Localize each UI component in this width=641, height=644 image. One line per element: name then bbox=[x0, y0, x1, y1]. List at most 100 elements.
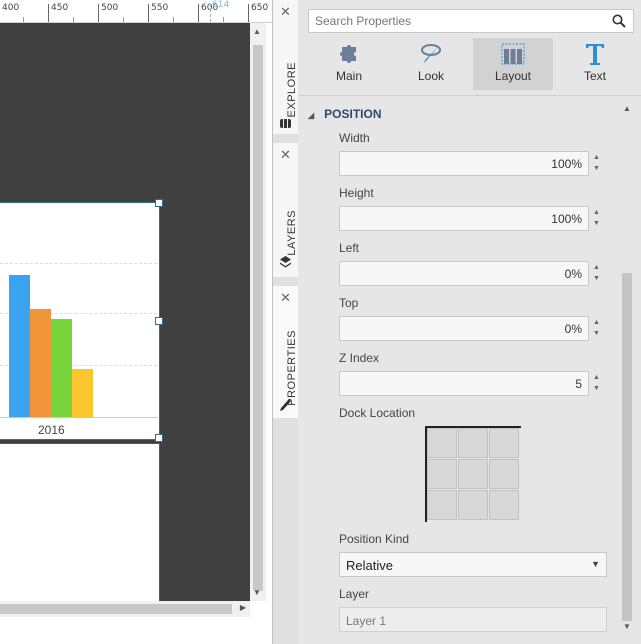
top-spinner[interactable]: ▲ ▼ bbox=[589, 316, 607, 341]
resize-handle[interactable] bbox=[155, 434, 163, 442]
scroll-thumb[interactable] bbox=[0, 604, 232, 614]
dock-cell[interactable] bbox=[489, 428, 519, 458]
resize-handle[interactable] bbox=[155, 199, 163, 207]
search-placeholder: Search Properties bbox=[315, 14, 412, 28]
left-label: Left bbox=[339, 241, 360, 255]
field-value: Layer 1 bbox=[346, 614, 387, 628]
scroll-right-icon[interactable]: ▶ bbox=[240, 603, 246, 612]
field-value: 100% bbox=[551, 212, 582, 226]
spin-up-icon[interactable]: ▲ bbox=[593, 209, 600, 216]
field-value: 100% bbox=[551, 157, 582, 171]
dock-cell[interactable] bbox=[427, 459, 457, 489]
layer-label: Layer bbox=[339, 587, 370, 601]
scroll-up-icon[interactable]: ▲ bbox=[253, 27, 261, 36]
layer-field: Layer 1 bbox=[339, 607, 607, 632]
category-look[interactable]: Look bbox=[391, 38, 471, 90]
top-input[interactable]: 0% bbox=[339, 316, 589, 341]
properties-panel: Search Properties Main Look Layout Text … bbox=[298, 0, 641, 644]
collapse-triangle-icon[interactable]: ◢ bbox=[308, 111, 314, 120]
dock-location-grid[interactable] bbox=[425, 426, 521, 522]
left-spinner[interactable]: ▲ ▼ bbox=[589, 261, 607, 286]
pen-icon bbox=[280, 399, 291, 414]
layout-icon bbox=[473, 41, 553, 67]
width-spinner[interactable]: ▲ ▼ bbox=[589, 151, 607, 176]
chart-bar-orange bbox=[30, 309, 51, 417]
dashboard-widget[interactable] bbox=[0, 443, 160, 603]
category-label: Main bbox=[335, 69, 362, 83]
divider bbox=[298, 95, 641, 96]
close-icon[interactable]: ✕ bbox=[280, 4, 291, 20]
spin-down-icon[interactable]: ▼ bbox=[593, 165, 600, 172]
position-kind-select[interactable]: Relative ▼ bbox=[339, 552, 607, 577]
dock-cell[interactable] bbox=[427, 490, 457, 520]
category-text[interactable]: Text bbox=[555, 38, 635, 90]
tab-properties[interactable]: ✕ PROPERTIES bbox=[273, 286, 298, 418]
canvas-vertical-scrollbar[interactable]: ▲ ▼ bbox=[250, 23, 266, 601]
spin-down-icon[interactable]: ▼ bbox=[593, 275, 600, 282]
canvas-horizontal-scrollbar[interactable]: ▶ bbox=[0, 601, 250, 617]
close-icon[interactable]: ✕ bbox=[280, 290, 291, 306]
scroll-thumb[interactable] bbox=[253, 45, 263, 591]
field-value: 0% bbox=[564, 267, 582, 281]
tab-label: EXPLORE bbox=[286, 62, 298, 118]
resize-handle[interactable] bbox=[155, 317, 163, 325]
design-canvas[interactable]: 400 450 500 550 600 614 650 2016 ▲ ▼ ▶ bbox=[0, 0, 272, 644]
scroll-up-icon[interactable]: ▲ bbox=[623, 104, 631, 113]
spin-up-icon[interactable]: ▲ bbox=[593, 264, 600, 271]
search-icon[interactable] bbox=[612, 14, 626, 28]
chart-bar-yellow bbox=[72, 369, 93, 417]
scroll-down-icon[interactable]: ▼ bbox=[623, 622, 631, 631]
brush-icon bbox=[391, 41, 471, 67]
dock-cell[interactable] bbox=[489, 459, 519, 489]
field-value: 5 bbox=[575, 377, 582, 391]
section-title: POSITION bbox=[324, 107, 382, 121]
search-properties-input[interactable]: Search Properties bbox=[308, 9, 634, 33]
database-icon bbox=[280, 118, 291, 132]
tab-label: LAYERS bbox=[286, 210, 298, 256]
height-input[interactable]: 100% bbox=[339, 206, 589, 231]
top-label: Top bbox=[339, 296, 359, 310]
height-label: Height bbox=[339, 186, 374, 200]
category-layout[interactable]: Layout bbox=[473, 38, 553, 90]
category-label: Layout bbox=[494, 69, 532, 83]
chart-bar-green bbox=[51, 319, 72, 417]
chart-category-label: 2016 bbox=[38, 423, 65, 437]
dock-cell[interactable] bbox=[458, 428, 488, 458]
width-input[interactable]: 100% bbox=[339, 151, 589, 176]
chart-x-axis bbox=[0, 417, 158, 418]
spin-down-icon[interactable]: ▼ bbox=[593, 385, 600, 392]
properties-scrollbar[interactable]: ▲ ▼ bbox=[619, 101, 633, 634]
height-spinner[interactable]: ▲ ▼ bbox=[589, 206, 607, 231]
left-input[interactable]: 0% bbox=[339, 261, 589, 286]
z-index-input[interactable]: 5 bbox=[339, 371, 589, 396]
text-t-icon bbox=[555, 41, 635, 67]
category-label: Text bbox=[583, 69, 606, 83]
chart-gridline bbox=[0, 263, 157, 264]
dock-cell[interactable] bbox=[458, 490, 488, 520]
scroll-thumb[interactable] bbox=[622, 273, 632, 621]
section-position-header[interactable]: ◢ POSITION bbox=[308, 107, 382, 121]
spin-up-icon[interactable]: ▲ bbox=[593, 154, 600, 161]
category-label: Look bbox=[417, 69, 445, 83]
dock-cell[interactable] bbox=[489, 490, 519, 520]
close-icon[interactable]: ✕ bbox=[280, 147, 291, 163]
tab-layers[interactable]: ✕ LAYERS bbox=[273, 143, 298, 277]
horizontal-ruler: 400 450 500 550 600 614 650 bbox=[0, 0, 272, 23]
category-main[interactable]: Main bbox=[309, 38, 389, 90]
spin-down-icon[interactable]: ▼ bbox=[593, 220, 600, 227]
spin-down-icon[interactable]: ▼ bbox=[593, 330, 600, 337]
tab-label: PROPERTIES bbox=[286, 330, 298, 406]
dock-location-label: Dock Location bbox=[339, 406, 416, 420]
dock-edge-left bbox=[425, 426, 427, 522]
spin-up-icon[interactable]: ▲ bbox=[593, 319, 600, 326]
ruler-position-marker: 614 bbox=[209, 0, 230, 22]
dock-cell[interactable] bbox=[458, 459, 488, 489]
z-index-spinner[interactable]: ▲ ▼ bbox=[589, 371, 607, 396]
dock-cell[interactable] bbox=[427, 428, 457, 458]
select-value: Relative bbox=[346, 558, 393, 573]
tab-explore[interactable]: ✕ EXPLORE bbox=[273, 0, 298, 134]
spin-up-icon[interactable]: ▲ bbox=[593, 374, 600, 381]
dock-edge-top bbox=[425, 426, 521, 428]
scroll-down-icon[interactable]: ▼ bbox=[253, 588, 261, 597]
width-label: Width bbox=[339, 131, 370, 145]
